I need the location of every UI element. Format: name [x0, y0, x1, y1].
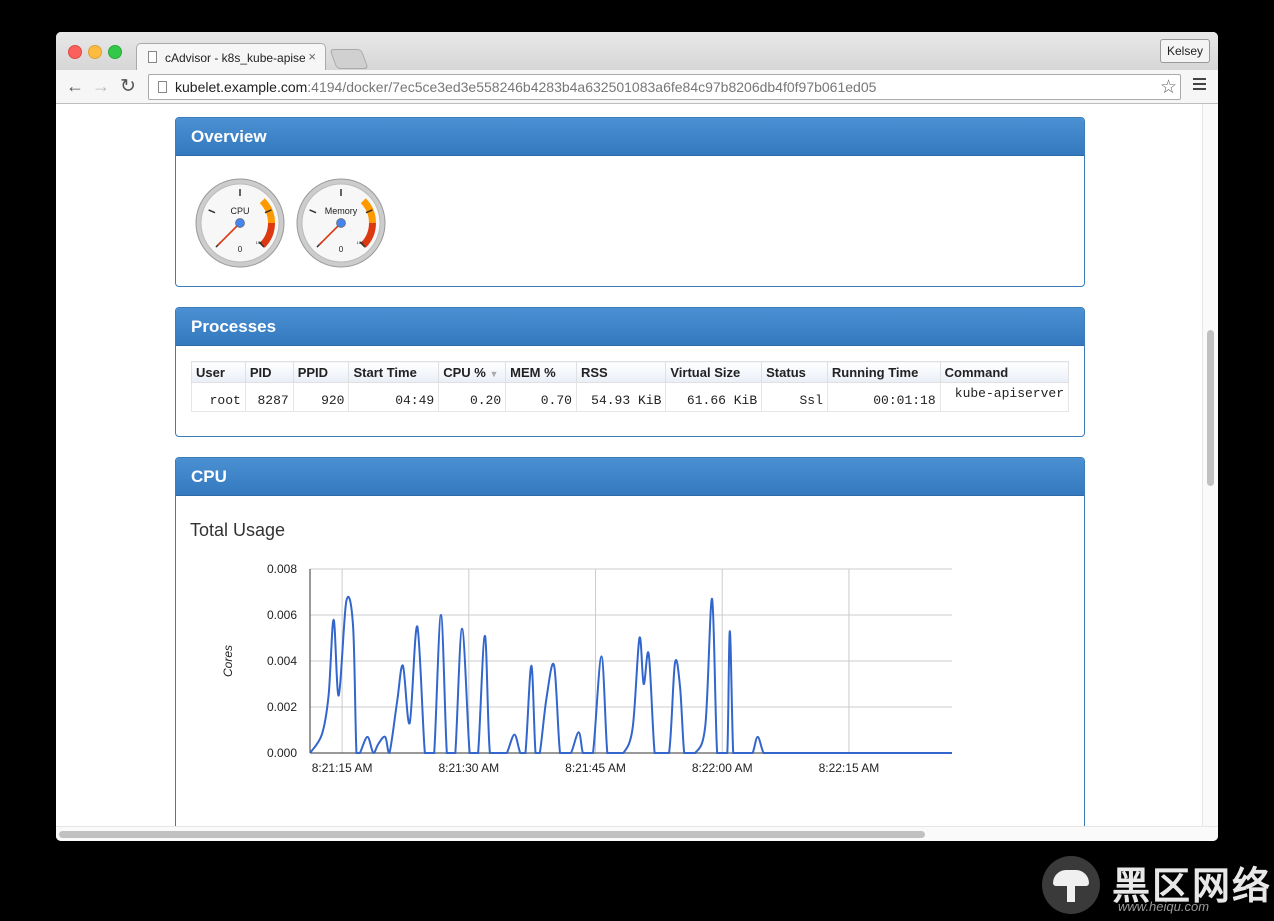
- browser-toolbar: ← → ↻ kubelet.example.com:4194/docker/7e…: [56, 70, 1218, 104]
- gauge-max-label: 100: [357, 240, 364, 245]
- y-tick-label: 0.008: [267, 562, 297, 576]
- cell-status: Ssl: [761, 382, 828, 412]
- forward-arrow-icon[interactable]: →: [92, 76, 110, 97]
- address-bar[interactable]: kubelet.example.com:4194/docker/7ec5ce3e…: [148, 74, 1181, 100]
- profile-button[interactable]: Kelsey: [1159, 39, 1210, 63]
- gauge-max-label: 100: [256, 240, 263, 245]
- gauges: CPU 0 100 Memory 0 100: [194, 176, 394, 277]
- minimize-window-button[interactable]: [88, 45, 102, 59]
- horizontal-scroll-thumb[interactable]: [59, 831, 925, 838]
- x-tick-label: 8:21:30 AM: [438, 761, 499, 775]
- gauge-label: Memory: [325, 206, 358, 216]
- sort-desc-icon: ▼: [489, 368, 499, 379]
- new-tab-button[interactable]: [329, 49, 369, 69]
- x-tick-label: 8:22:15 AM: [819, 761, 880, 775]
- browser-tab[interactable]: cAdvisor - k8s_kube-apiserver ×: [136, 43, 326, 70]
- tab-close-icon[interactable]: ×: [308, 49, 316, 64]
- col-running-time[interactable]: Running Time: [826, 361, 941, 383]
- col-cpu[interactable]: CPU % ▼: [438, 361, 507, 383]
- title-bar: cAdvisor - k8s_kube-apiserver × Kelsey: [56, 32, 1218, 70]
- cell-command: kube-apiserver: [939, 382, 1070, 412]
- gauge-label: CPU: [230, 206, 249, 216]
- cell-ppid: 920: [292, 382, 350, 412]
- watermark: 黑区网络 www.heiqu.com: [1040, 853, 1272, 919]
- col-rss[interactable]: RSS: [575, 361, 667, 383]
- col-command[interactable]: Command: [939, 361, 1070, 383]
- gauge-memory: Memory 0 100: [296, 178, 386, 268]
- tab-title: cAdvisor - k8s_kube-apiserver: [165, 51, 305, 65]
- cpu-heading: CPU: [176, 458, 1084, 496]
- cell-cpu: 0.20: [438, 382, 507, 412]
- y-tick-label: 0.006: [267, 608, 297, 622]
- chart-title: Total Usage: [190, 520, 286, 540]
- cpu-panel: CPU Total Usage 0.000 0.002 0.004 0.006 0.00…: [175, 457, 1085, 826]
- col-cpu-label: CPU %: [443, 364, 486, 380]
- vertical-scroll-thumb[interactable]: [1207, 330, 1214, 486]
- x-tick-label: 8:21:45 AM: [565, 761, 626, 775]
- process-table: User PID PPID Start Time CPU % ▼ MEM % R…: [191, 361, 1070, 412]
- browser-window: cAdvisor - k8s_kube-apiserver × Kelsey ←…: [56, 32, 1218, 841]
- process-header-row: User PID PPID Start Time CPU % ▼ MEM % R…: [191, 361, 1070, 383]
- page-icon: [158, 81, 167, 93]
- watermark-url: www.heiqu.com: [1118, 899, 1210, 914]
- col-ppid[interactable]: PPID: [292, 361, 350, 383]
- cpu-usage-line: [309, 595, 952, 755]
- cell-mem: 0.70: [505, 382, 577, 412]
- y-tick-label: 0.004: [267, 654, 297, 668]
- url-path: :4194/docker/7ec5ce3ed3e558246b4283b4a63…: [307, 79, 877, 95]
- url-text[interactable]: kubelet.example.com:4194/docker/7ec5ce3e…: [175, 79, 876, 95]
- col-start-time[interactable]: Start Time: [348, 361, 440, 383]
- back-arrow-icon[interactable]: ←: [66, 76, 84, 97]
- processes-panel: Processes User PID PPID Start Time CPU %…: [175, 307, 1085, 437]
- col-mem[interactable]: MEM %: [505, 361, 577, 383]
- cell-start-time: 04:49: [348, 382, 440, 412]
- cell-running-time: 00:01:18: [826, 382, 941, 412]
- gauge-min-label: 0: [238, 245, 243, 254]
- reload-icon[interactable]: ↻: [120, 75, 136, 98]
- cpu-usage-chart: 0.000 0.002 0.004 0.006 0.008 8:21:15 AM 8:21:…: [221, 562, 952, 775]
- overview-heading: Overview: [176, 118, 1084, 156]
- gauge-group: CPU 0 100 Memory 0 100: [195, 178, 386, 268]
- y-tick-label: 0.000: [267, 746, 297, 760]
- url-host: kubelet.example.com: [175, 79, 308, 95]
- gauge-cpu: CPU 0 100: [195, 178, 285, 268]
- cell-rss: 54.93 KiB: [575, 382, 667, 412]
- zoom-window-button[interactable]: [108, 45, 122, 59]
- col-pid[interactable]: PID: [244, 361, 294, 383]
- gauge-hub: [235, 218, 245, 228]
- vertical-scrollbar[interactable]: [1202, 104, 1218, 826]
- x-tick-label: 8:21:15 AM: [312, 761, 373, 775]
- gauge-hub: [336, 218, 346, 228]
- col-user[interactable]: User: [191, 361, 246, 383]
- star-icon[interactable]: ☆: [1160, 76, 1177, 99]
- page-content: Overview CPU 0 100 Memory 0 100 Processes Use…: [56, 104, 1202, 826]
- y-tick-label: 0.002: [267, 700, 297, 714]
- process-row: root 8287 920 04:49 0.20 0.70 54.93 KiB …: [191, 382, 1070, 412]
- x-tick-label: 8:22:00 AM: [692, 761, 753, 775]
- col-virtual-size[interactable]: Virtual Size: [665, 361, 763, 383]
- col-status[interactable]: Status: [761, 361, 828, 383]
- y-axis-label: Cores: [221, 645, 235, 677]
- overview-panel: Overview CPU 0 100 Memory 0 100: [175, 117, 1085, 287]
- cell-pid: 8287: [244, 382, 294, 412]
- horizontal-scrollbar[interactable]: [56, 826, 1218, 841]
- mushroom-logo-icon: [1042, 856, 1100, 914]
- hamburger-menu-icon[interactable]: [1193, 76, 1206, 93]
- page-icon: [148, 51, 157, 63]
- processes-heading: Processes: [176, 308, 1084, 346]
- cell-virtual-size: 61.66 KiB: [665, 382, 763, 412]
- close-window-button[interactable]: [68, 45, 82, 59]
- cell-user: root: [191, 382, 246, 412]
- gauge-min-label: 0: [339, 245, 344, 254]
